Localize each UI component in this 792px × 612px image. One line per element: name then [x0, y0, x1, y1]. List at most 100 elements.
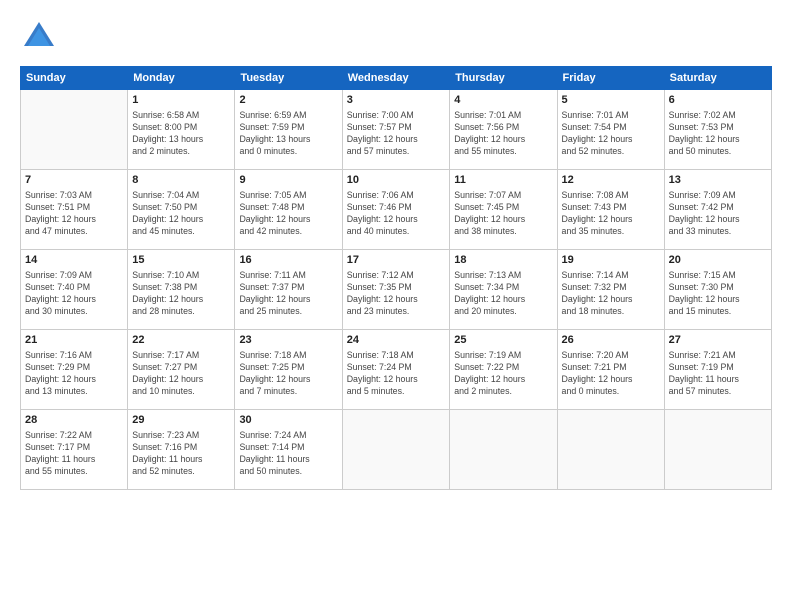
day-number: 24	[347, 333, 446, 348]
day-info: Sunrise: 7:22 AM Sunset: 7:17 PM Dayligh…	[25, 429, 123, 478]
calendar-day-cell: 16Sunrise: 7:11 AM Sunset: 7:37 PM Dayli…	[235, 250, 342, 330]
calendar-day-cell: 6Sunrise: 7:02 AM Sunset: 7:53 PM Daylig…	[664, 90, 771, 170]
day-number: 4	[454, 93, 552, 108]
day-number: 10	[347, 173, 446, 188]
calendar-day-cell: 1Sunrise: 6:58 AM Sunset: 8:00 PM Daylig…	[128, 90, 235, 170]
day-number: 15	[132, 253, 230, 268]
day-info: Sunrise: 7:24 AM Sunset: 7:14 PM Dayligh…	[239, 429, 337, 478]
day-info: Sunrise: 7:11 AM Sunset: 7:37 PM Dayligh…	[239, 269, 337, 318]
day-number: 18	[454, 253, 552, 268]
calendar-day-cell: 5Sunrise: 7:01 AM Sunset: 7:54 PM Daylig…	[557, 90, 664, 170]
day-info: Sunrise: 7:18 AM Sunset: 7:25 PM Dayligh…	[239, 349, 337, 398]
day-info: Sunrise: 7:05 AM Sunset: 7:48 PM Dayligh…	[239, 189, 337, 238]
calendar-day-cell: 3Sunrise: 7:00 AM Sunset: 7:57 PM Daylig…	[342, 90, 450, 170]
calendar-day-cell: 8Sunrise: 7:04 AM Sunset: 7:50 PM Daylig…	[128, 170, 235, 250]
calendar-header-row: SundayMondayTuesdayWednesdayThursdayFrid…	[21, 67, 772, 90]
calendar-day-cell: 29Sunrise: 7:23 AM Sunset: 7:16 PM Dayli…	[128, 410, 235, 490]
day-number: 29	[132, 413, 230, 428]
day-info: Sunrise: 7:04 AM Sunset: 7:50 PM Dayligh…	[132, 189, 230, 238]
calendar-day-cell: 28Sunrise: 7:22 AM Sunset: 7:17 PM Dayli…	[21, 410, 128, 490]
calendar-day-cell	[342, 410, 450, 490]
calendar-week-row: 1Sunrise: 6:58 AM Sunset: 8:00 PM Daylig…	[21, 90, 772, 170]
day-info: Sunrise: 7:15 AM Sunset: 7:30 PM Dayligh…	[669, 269, 767, 318]
calendar-day-cell: 24Sunrise: 7:18 AM Sunset: 7:24 PM Dayli…	[342, 330, 450, 410]
day-info: Sunrise: 7:21 AM Sunset: 7:19 PM Dayligh…	[669, 349, 767, 398]
day-number: 3	[347, 93, 446, 108]
calendar-day-cell: 25Sunrise: 7:19 AM Sunset: 7:22 PM Dayli…	[450, 330, 557, 410]
calendar-week-row: 14Sunrise: 7:09 AM Sunset: 7:40 PM Dayli…	[21, 250, 772, 330]
day-info: Sunrise: 7:07 AM Sunset: 7:45 PM Dayligh…	[454, 189, 552, 238]
day-info: Sunrise: 7:23 AM Sunset: 7:16 PM Dayligh…	[132, 429, 230, 478]
weekday-header: Thursday	[450, 67, 557, 90]
weekday-header: Tuesday	[235, 67, 342, 90]
calendar-day-cell: 13Sunrise: 7:09 AM Sunset: 7:42 PM Dayli…	[664, 170, 771, 250]
day-number: 22	[132, 333, 230, 348]
day-number: 23	[239, 333, 337, 348]
day-number: 28	[25, 413, 123, 428]
weekday-header: Sunday	[21, 67, 128, 90]
day-info: Sunrise: 7:19 AM Sunset: 7:22 PM Dayligh…	[454, 349, 552, 398]
day-info: Sunrise: 7:01 AM Sunset: 7:54 PM Dayligh…	[562, 109, 660, 158]
calendar-week-row: 7Sunrise: 7:03 AM Sunset: 7:51 PM Daylig…	[21, 170, 772, 250]
day-info: Sunrise: 7:01 AM Sunset: 7:56 PM Dayligh…	[454, 109, 552, 158]
logo-icon	[20, 18, 58, 56]
day-number: 11	[454, 173, 552, 188]
day-info: Sunrise: 7:10 AM Sunset: 7:38 PM Dayligh…	[132, 269, 230, 318]
day-number: 20	[669, 253, 767, 268]
page: SundayMondayTuesdayWednesdayThursdayFrid…	[0, 0, 792, 612]
calendar-day-cell: 4Sunrise: 7:01 AM Sunset: 7:56 PM Daylig…	[450, 90, 557, 170]
calendar-day-cell: 9Sunrise: 7:05 AM Sunset: 7:48 PM Daylig…	[235, 170, 342, 250]
day-number: 7	[25, 173, 123, 188]
calendar-day-cell: 11Sunrise: 7:07 AM Sunset: 7:45 PM Dayli…	[450, 170, 557, 250]
day-number: 19	[562, 253, 660, 268]
calendar-day-cell	[450, 410, 557, 490]
calendar-day-cell	[557, 410, 664, 490]
calendar-day-cell	[21, 90, 128, 170]
calendar-day-cell: 7Sunrise: 7:03 AM Sunset: 7:51 PM Daylig…	[21, 170, 128, 250]
calendar-day-cell: 18Sunrise: 7:13 AM Sunset: 7:34 PM Dayli…	[450, 250, 557, 330]
weekday-header: Wednesday	[342, 67, 450, 90]
day-info: Sunrise: 7:03 AM Sunset: 7:51 PM Dayligh…	[25, 189, 123, 238]
day-info: Sunrise: 7:20 AM Sunset: 7:21 PM Dayligh…	[562, 349, 660, 398]
day-number: 13	[669, 173, 767, 188]
day-info: Sunrise: 7:14 AM Sunset: 7:32 PM Dayligh…	[562, 269, 660, 318]
calendar-day-cell	[664, 410, 771, 490]
calendar-day-cell: 21Sunrise: 7:16 AM Sunset: 7:29 PM Dayli…	[21, 330, 128, 410]
calendar-day-cell: 23Sunrise: 7:18 AM Sunset: 7:25 PM Dayli…	[235, 330, 342, 410]
day-number: 17	[347, 253, 446, 268]
calendar-day-cell: 19Sunrise: 7:14 AM Sunset: 7:32 PM Dayli…	[557, 250, 664, 330]
day-info: Sunrise: 7:18 AM Sunset: 7:24 PM Dayligh…	[347, 349, 446, 398]
day-info: Sunrise: 7:09 AM Sunset: 7:40 PM Dayligh…	[25, 269, 123, 318]
calendar-day-cell: 17Sunrise: 7:12 AM Sunset: 7:35 PM Dayli…	[342, 250, 450, 330]
day-info: Sunrise: 7:08 AM Sunset: 7:43 PM Dayligh…	[562, 189, 660, 238]
weekday-header: Monday	[128, 67, 235, 90]
day-number: 26	[562, 333, 660, 348]
day-number: 16	[239, 253, 337, 268]
calendar-day-cell: 26Sunrise: 7:20 AM Sunset: 7:21 PM Dayli…	[557, 330, 664, 410]
calendar-day-cell: 15Sunrise: 7:10 AM Sunset: 7:38 PM Dayli…	[128, 250, 235, 330]
weekday-header: Saturday	[664, 67, 771, 90]
calendar-day-cell: 14Sunrise: 7:09 AM Sunset: 7:40 PM Dayli…	[21, 250, 128, 330]
day-info: Sunrise: 7:17 AM Sunset: 7:27 PM Dayligh…	[132, 349, 230, 398]
day-info: Sunrise: 7:00 AM Sunset: 7:57 PM Dayligh…	[347, 109, 446, 158]
calendar-day-cell: 22Sunrise: 7:17 AM Sunset: 7:27 PM Dayli…	[128, 330, 235, 410]
day-number: 8	[132, 173, 230, 188]
day-number: 12	[562, 173, 660, 188]
day-number: 25	[454, 333, 552, 348]
day-info: Sunrise: 6:59 AM Sunset: 7:59 PM Dayligh…	[239, 109, 337, 158]
day-info: Sunrise: 7:06 AM Sunset: 7:46 PM Dayligh…	[347, 189, 446, 238]
calendar-week-row: 28Sunrise: 7:22 AM Sunset: 7:17 PM Dayli…	[21, 410, 772, 490]
day-number: 1	[132, 93, 230, 108]
day-number: 9	[239, 173, 337, 188]
calendar-day-cell: 10Sunrise: 7:06 AM Sunset: 7:46 PM Dayli…	[342, 170, 450, 250]
day-info: Sunrise: 7:02 AM Sunset: 7:53 PM Dayligh…	[669, 109, 767, 158]
calendar-day-cell: 30Sunrise: 7:24 AM Sunset: 7:14 PM Dayli…	[235, 410, 342, 490]
calendar-day-cell: 20Sunrise: 7:15 AM Sunset: 7:30 PM Dayli…	[664, 250, 771, 330]
day-number: 27	[669, 333, 767, 348]
weekday-header: Friday	[557, 67, 664, 90]
day-info: Sunrise: 7:09 AM Sunset: 7:42 PM Dayligh…	[669, 189, 767, 238]
calendar-day-cell: 2Sunrise: 6:59 AM Sunset: 7:59 PM Daylig…	[235, 90, 342, 170]
day-number: 2	[239, 93, 337, 108]
calendar-day-cell: 12Sunrise: 7:08 AM Sunset: 7:43 PM Dayli…	[557, 170, 664, 250]
day-number: 14	[25, 253, 123, 268]
